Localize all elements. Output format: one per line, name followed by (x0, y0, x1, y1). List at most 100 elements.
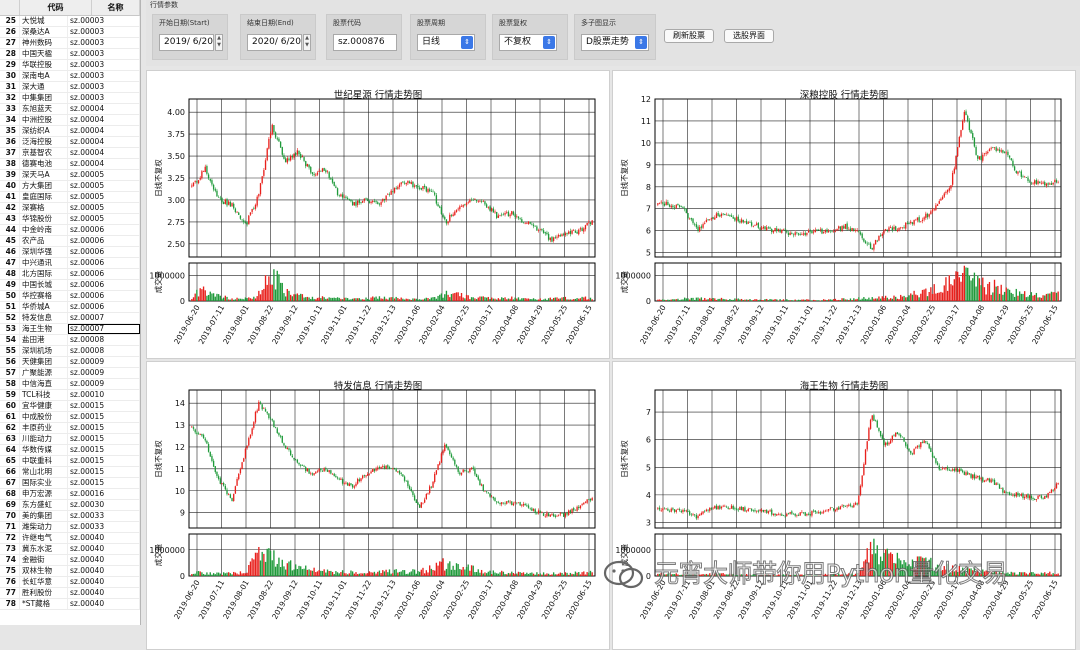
table-row[interactable]: 27 神州数码 sz.00003 (0, 38, 140, 49)
volume-bar (392, 573, 394, 576)
table-row[interactable]: 56 天健集团 sz.00009 (0, 357, 140, 368)
table-row[interactable]: 66 常山北明 sz.00015 (0, 467, 140, 478)
table-row[interactable]: 55 深圳机场 sz.00008 (0, 346, 140, 357)
candle-body (757, 222, 760, 228)
candle-body (737, 509, 739, 511)
code-column-header[interactable]: 代码 (20, 0, 92, 15)
candle-body (383, 198, 386, 201)
table-row[interactable]: 39 深天马A sz.00005 (0, 170, 140, 181)
name-column-header[interactable]: 名称 (92, 0, 140, 15)
table-row[interactable]: 47 中兴通讯 sz.00006 (0, 258, 140, 269)
stock-picker-button[interactable]: 选股界面 (724, 29, 774, 43)
table-row[interactable]: 70 美的集团 sz.00033 (0, 511, 140, 522)
table-row[interactable]: 35 深纺织A sz.00004 (0, 126, 140, 137)
volume-bar (527, 573, 530, 576)
candle-body (995, 483, 997, 485)
table-row[interactable]: 28 中国天楹 sz.00003 (0, 49, 140, 60)
table-row[interactable]: 50 华控赛格 sz.00006 (0, 291, 140, 302)
table-row[interactable]: 45 农产品 sz.00006 (0, 236, 140, 247)
refresh-stock-button[interactable]: 刷新股票 (664, 29, 714, 43)
table-row[interactable]: 54 盐田港 sz.00008 (0, 335, 140, 346)
candle-body (997, 149, 999, 151)
start-date-stepper[interactable]: ▲ ▼ (215, 34, 223, 51)
table-row[interactable]: 74 金融街 sz.00040 (0, 555, 140, 566)
table-row[interactable]: 38 德赛电池 sz.00004 (0, 159, 140, 170)
table-row[interactable]: 34 中洲控股 sz.00004 (0, 115, 140, 126)
chevron-down-icon[interactable]: ⇕ (543, 36, 555, 49)
volume-bar (298, 565, 300, 576)
table-row[interactable]: 25 大悦城 sz.00003 (0, 16, 140, 27)
table-row[interactable]: 26 深桑达A sz.00003 (0, 27, 140, 38)
volume-bar (281, 282, 283, 301)
table-row[interactable]: 31 深大通 sz.00003 (0, 82, 140, 93)
chevron-down-icon[interactable]: ⇕ (635, 36, 647, 49)
adjust-select[interactable]: 不复权 ⇕ (499, 34, 557, 51)
candle-body (688, 511, 691, 515)
table-row[interactable]: 61 中成股份 sz.00015 (0, 412, 140, 423)
table-row[interactable]: 71 潍柴动力 sz.00033 (0, 522, 140, 533)
table-row[interactable]: 63 川能动力 sz.00015 (0, 434, 140, 445)
table-row[interactable]: 51 华侨城A sz.00006 (0, 302, 140, 313)
chevron-down-icon[interactable]: ⇕ (461, 36, 473, 49)
volume-bar (673, 299, 676, 301)
volume-bar (293, 569, 295, 576)
table-row[interactable]: 42 深赛格 sz.00005 (0, 203, 140, 214)
table-row[interactable]: 37 京基智农 sz.00004 (0, 148, 140, 159)
table-row[interactable]: 76 长虹华意 sz.00040 (0, 577, 140, 588)
end-date-stepper[interactable]: ▲ ▼ (303, 34, 311, 51)
table-row[interactable]: 60 宜华健康 sz.00015 (0, 401, 140, 412)
volume-bar (941, 292, 944, 301)
row-index-cell: 60 (0, 401, 20, 411)
table-row[interactable]: 29 华联控股 sz.00003 (0, 60, 140, 71)
table-row[interactable]: 67 国际实业 sz.00015 (0, 478, 140, 489)
table-row[interactable]: 41 皇庭国际 sz.00005 (0, 192, 140, 203)
table-row[interactable]: 64 华数传媒 sz.00015 (0, 445, 140, 456)
candle-body (388, 194, 391, 196)
candle-body (1039, 495, 1041, 496)
candle-body (437, 204, 439, 207)
table-row[interactable]: 69 东方盛虹 sz.00030 (0, 500, 140, 511)
table-row[interactable]: 52 特发信息 sz.00007 (0, 313, 140, 324)
table-row[interactable]: 68 申万宏源 sz.00016 (0, 489, 140, 500)
table-row[interactable]: 33 东旭蓝天 sz.00004 (0, 104, 140, 115)
table-row[interactable]: 72 许继电气 sz.00040 (0, 533, 140, 544)
table-row[interactable]: 77 胜利股份 sz.00040 (0, 588, 140, 599)
table-row[interactable]: 49 中国长城 sz.00006 (0, 280, 140, 291)
multi-plot-select[interactable]: D股票走势 ⇕ (581, 34, 649, 51)
table-row[interactable]: 73 冀东水泥 sz.00040 (0, 544, 140, 555)
end-date-input[interactable]: 2020/ 6/20 (247, 34, 302, 51)
row-index-cell: 64 (0, 445, 20, 455)
candle-body (293, 457, 295, 460)
volume-bar (943, 285, 945, 301)
table-row[interactable]: 32 中集集团 sz.00003 (0, 93, 140, 104)
period-select[interactable]: 日线 ⇕ (417, 34, 475, 51)
table-row[interactable]: 59 TCL科技 sz.00010 (0, 390, 140, 401)
stock-code-input[interactable]: sz.000876 (333, 34, 397, 51)
volume-bar (539, 298, 541, 301)
table-row[interactable]: 30 深南电A sz.00003 (0, 71, 140, 82)
table-row[interactable]: 53 海王生物 sz.00007 (0, 324, 140, 335)
candle-body (871, 415, 873, 420)
volume-bar (273, 550, 275, 576)
stock-table[interactable]: 代码 名称 25 大悦城 sz.00003 26 深桑达A sz.00003 27 神州数码 s… (0, 0, 141, 625)
volume-bar (325, 298, 327, 301)
table-row[interactable]: 36 泛海控股 sz.00004 (0, 137, 140, 148)
table-row[interactable]: 43 华锦股份 sz.00005 (0, 214, 140, 225)
table-row[interactable]: 57 广聚能源 sz.00009 (0, 368, 140, 379)
start-date-input[interactable]: 2019/ 6/20 (159, 34, 214, 51)
table-row[interactable]: 46 深圳华强 sz.00006 (0, 247, 140, 258)
candle-body (719, 505, 721, 509)
volume-bar (516, 298, 518, 301)
table-row[interactable]: 40 方大集团 sz.00005 (0, 181, 140, 192)
table-row[interactable]: 58 中信海直 sz.00009 (0, 379, 140, 390)
candle-body (511, 501, 513, 505)
table-row[interactable]: 75 双林生物 sz.00040 (0, 566, 140, 577)
table-row[interactable]: 65 中联重科 sz.00015 (0, 456, 140, 467)
candle-body (569, 230, 572, 235)
row-index-cell: 40 (0, 181, 20, 191)
table-row[interactable]: 48 北方国际 sz.00006 (0, 269, 140, 280)
table-row[interactable]: 78 *ST藏格 sz.00040 (0, 599, 140, 610)
candle-body (1032, 498, 1034, 500)
table-row[interactable]: 44 中金岭南 sz.00006 (0, 225, 140, 236)
table-row[interactable]: 62 丰原药业 sz.00015 (0, 423, 140, 434)
